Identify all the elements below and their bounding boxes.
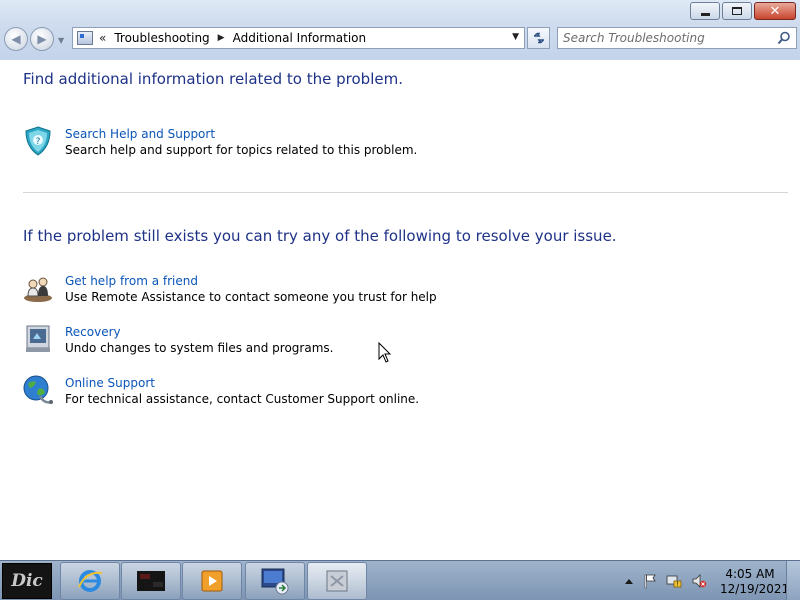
search-input[interactable] — [563, 29, 773, 47]
remote-assistance-icon — [24, 277, 52, 302]
taskbar-media-app[interactable] — [121, 562, 181, 600]
clock-date: 12/19/2021 — [720, 582, 790, 596]
recovery-link[interactable]: Recovery — [65, 325, 121, 339]
show-hidden-icon[interactable] — [621, 573, 637, 589]
refresh-button[interactable] — [527, 27, 550, 49]
address-dropdown-icon[interactable]: ▼ — [512, 32, 519, 42]
taskbar-troubleshooting-window[interactable] — [307, 562, 367, 600]
back-arrow-icon: ◀ — [11, 32, 21, 46]
breadcrumb-troubleshooting[interactable]: Troubleshooting — [114, 31, 209, 45]
taskbar-internet-explorer[interactable] — [60, 562, 120, 600]
search-help-description: Search help and support for topics relat… — [65, 143, 418, 157]
network-icon[interactable]: ! — [666, 573, 682, 589]
taskbar: Dic ! 4:05 AM 12/19/2021 — [0, 560, 800, 600]
start-button[interactable]: Dic — [2, 563, 52, 599]
internet-explorer-icon — [78, 570, 103, 592]
close-button[interactable]: ✕ — [754, 2, 796, 20]
recovery-task: Recovery Undo changes to system files an… — [22, 323, 522, 357]
page-heading: Find additional information related to t… — [23, 70, 403, 88]
clock-time: 4:05 AM — [725, 567, 775, 581]
media-app-icon — [137, 571, 165, 591]
action-center-flag-icon[interactable] — [642, 573, 658, 589]
mouse-cursor-icon — [378, 342, 392, 363]
minimize-button[interactable] — [690, 2, 720, 20]
svg-text:!: ! — [676, 581, 678, 588]
online-support-description: For technical assistance, contact Custom… — [65, 392, 420, 406]
recovery-description: Undo changes to system files and program… — [65, 341, 334, 355]
search-help-link[interactable]: Search Help and Support — [65, 127, 215, 141]
taskbar-media-player[interactable] — [182, 562, 242, 600]
minimize-icon — [700, 12, 710, 16]
section-heading: If the problem still exists you can try … — [23, 227, 617, 245]
online-support-link[interactable]: Online Support — [65, 376, 155, 390]
address-bar[interactable]: « Troubleshooting ▶ Additional Informati… — [72, 27, 525, 49]
volume-muted-icon[interactable] — [691, 573, 707, 589]
section-divider — [23, 192, 788, 193]
online-support-task: Online Support For technical assistance,… — [22, 374, 522, 408]
breadcrumb-separator-icon[interactable]: ▶ — [218, 33, 225, 43]
start-label: Dic — [11, 571, 43, 591]
forward-button[interactable]: ▶ — [30, 27, 54, 51]
breadcrumb-overflow[interactable]: « — [99, 31, 106, 45]
troubleshooting-window-icon — [326, 570, 348, 592]
main-content: Find additional information related to t… — [0, 60, 800, 560]
clock[interactable]: 4:05 AM 12/19/2021 — [720, 567, 790, 597]
globe-support-icon — [23, 375, 53, 404]
recovery-icon — [26, 325, 50, 352]
maximize-icon — [732, 7, 742, 15]
get-help-task: Get help from a friend Use Remote Assist… — [22, 272, 522, 306]
recent-pages-dropdown[interactable]: ▼ — [58, 36, 64, 45]
title-bar: ✕ — [0, 0, 800, 24]
control-panel-icon — [77, 31, 93, 45]
refresh-icon — [533, 32, 544, 44]
search-icon[interactable] — [777, 31, 791, 45]
search-box[interactable] — [557, 27, 797, 49]
maximize-button[interactable] — [722, 2, 752, 20]
help-support-shield-icon: ? — [25, 126, 51, 156]
network-window-icon — [261, 568, 289, 595]
forward-arrow-icon: ▶ — [37, 32, 47, 46]
navigation-bar: ◀ ▶ ▼ « Troubleshooting ▶ Additional Inf… — [0, 24, 800, 60]
back-button[interactable]: ◀ — [4, 27, 28, 51]
search-help-task: ? Search Help and Support Search help an… — [22, 125, 522, 159]
close-icon: ✕ — [769, 3, 781, 19]
show-desktop-button[interactable] — [786, 561, 800, 600]
breadcrumb-additional-information[interactable]: Additional Information — [233, 31, 367, 45]
svg-text:?: ? — [36, 137, 41, 147]
get-help-link[interactable]: Get help from a friend — [65, 274, 198, 288]
media-player-icon — [201, 570, 223, 592]
taskbar-network-window[interactable] — [245, 562, 305, 600]
get-help-description: Use Remote Assistance to contact someone… — [65, 290, 437, 304]
window-controls: ✕ — [690, 2, 796, 20]
